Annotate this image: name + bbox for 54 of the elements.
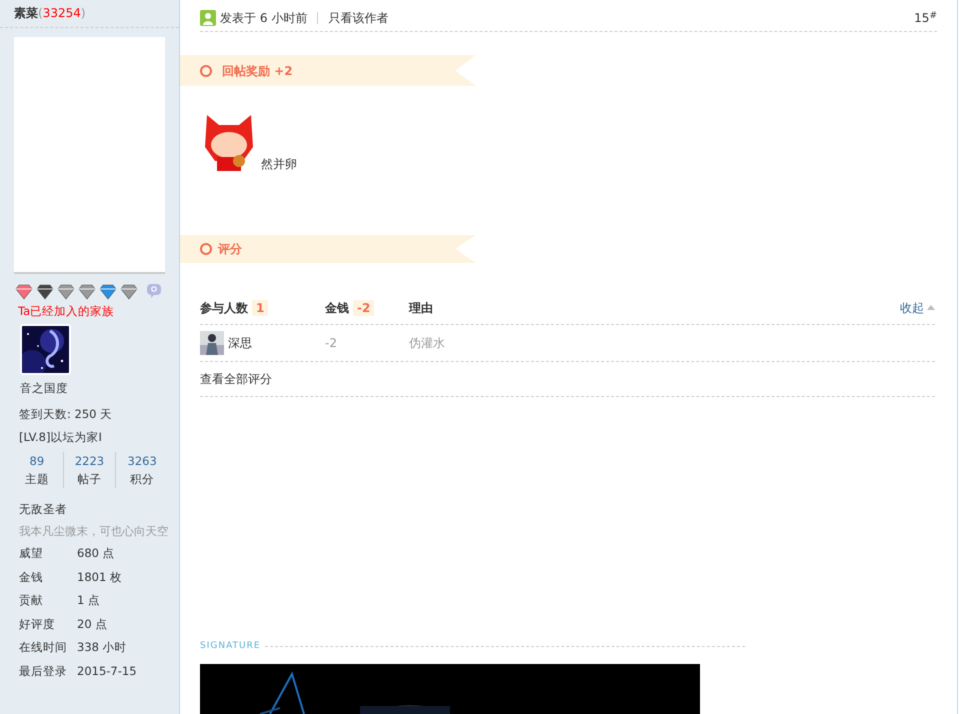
rater-name[interactable]: 深思 (228, 334, 252, 352)
stat-value[interactable]: 89 (11, 452, 63, 470)
floor-number[interactable]: 15$^{#}$ (914, 9, 937, 27)
medal-icon[interactable] (120, 284, 138, 300)
profile-label: 好评度 (19, 616, 56, 632)
column-header: 金钱 (325, 300, 349, 314)
checkin-days: 签到天数: 250 天 (19, 407, 112, 421)
stat-label: 积分 (129, 471, 156, 488)
bracket: ( (38, 6, 43, 20)
family-label: Ta已经加入的家族 (17, 303, 116, 319)
column-header: 理由 (409, 300, 433, 314)
medal-icon[interactable] (36, 284, 54, 300)
stat-label: 主题 (24, 471, 50, 488)
post-count: 33254 (42, 6, 81, 20)
collapse-link[interactable]: 收起 (900, 298, 935, 316)
family-avatar[interactable] (20, 324, 71, 375)
profile-value: 680 点 (77, 545, 115, 562)
family-name[interactable]: 音之国度 (20, 381, 68, 395)
medal-icon[interactable] (78, 284, 96, 300)
rating-reason: 伪灌水 (409, 335, 445, 352)
profile-label: 贡献 (19, 592, 44, 609)
profile-label: 金钱 (19, 568, 44, 586)
user-motto: 我本凡尘微末，可也心向天空 (18, 523, 170, 540)
rating-header: 评分 (180, 235, 476, 263)
profile-value: 2015-7-15 (77, 662, 137, 680)
username-link[interactable]: 素菜 (14, 6, 38, 20)
profile-label: 最后登录 (19, 662, 68, 680)
user-level: [LV.8]以坛为家I (19, 430, 102, 444)
medal-icon[interactable] (99, 284, 117, 300)
bracket: ) (80, 6, 86, 20)
profile-value: 20 点 (77, 616, 108, 632)
stat-label: 帖子 (76, 471, 102, 488)
stat-value[interactable]: 2223 (64, 452, 116, 470)
user-icon (200, 10, 216, 26)
profile-label: 在线时间 (19, 639, 68, 656)
profile-value: 1801 枚 (77, 568, 122, 586)
reward-header: 回帖奖励 +2 (180, 55, 476, 86)
count-badge: 1 (252, 300, 268, 316)
message-text: 然并卵 (261, 156, 297, 173)
post-time: 发表于 6 小时前 (220, 10, 308, 27)
profile-label: 威望 (19, 545, 44, 562)
rating-money: -2 (325, 335, 338, 352)
view-all-link[interactable]: 查看全部评分 (200, 370, 272, 388)
user-title: 无敌圣者 (19, 502, 67, 516)
stat-value[interactable]: 3263 (116, 452, 168, 470)
profile-value: 1 点 (77, 592, 100, 609)
only-author-link[interactable]: 只看该作者 (328, 9, 388, 27)
column-header: 参与人数 (200, 300, 248, 314)
profile-value: 338 小时 (77, 639, 127, 656)
signature-label: SIGNATURE (200, 640, 261, 653)
medal-icon[interactable] (57, 284, 75, 300)
count-badge: -2 (353, 300, 374, 316)
caret-icon (927, 305, 935, 310)
medal-icon[interactable] (15, 284, 33, 300)
